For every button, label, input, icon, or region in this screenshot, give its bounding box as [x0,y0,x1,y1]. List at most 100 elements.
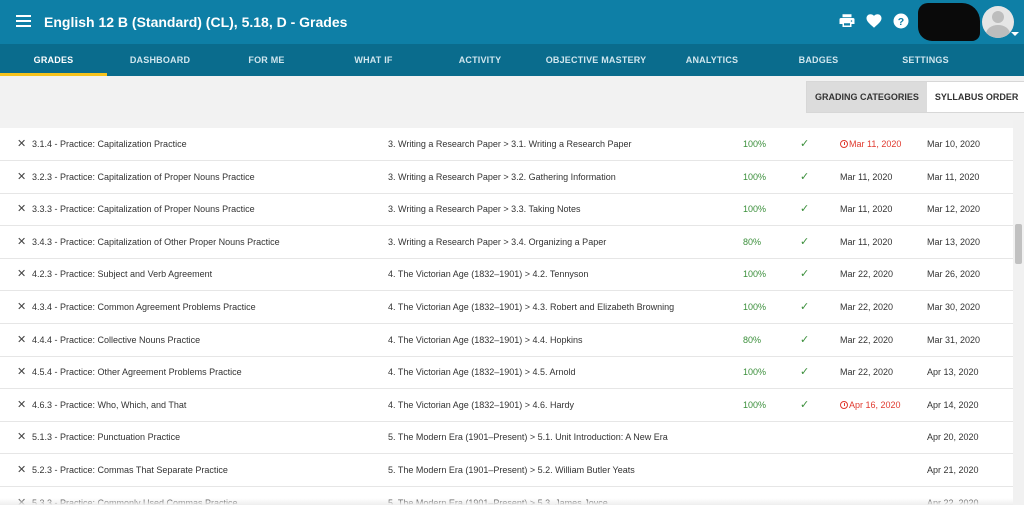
assignment-name[interactable]: 3.3.3 - Practice: Capitalization of Prop… [32,193,372,226]
due-date [840,421,920,454]
remove-icon[interactable]: ✕ [17,389,27,422]
due-date-text: Mar 11, 2020 [849,139,902,149]
submitted-date: Mar 12, 2020 [927,204,981,215]
due-date-text: Mar 22, 2020 [840,269,894,280]
score: 100% [743,171,767,182]
remove-icon[interactable]: ✕ [17,324,27,357]
remove-icon[interactable]: ✕ [17,128,27,161]
due-date-text: Mar 22, 2020 [840,334,894,345]
table-row[interactable]: ✕ 5.2.3 - Practice: Commas That Separate … [0,454,1013,487]
checkmark-icon: ✓ [800,235,810,248]
tab-objective-mastery[interactable]: OBJECTIVE MASTERY [533,44,659,76]
scrollbar-thumb[interactable] [1015,224,1022,264]
avatar[interactable] [982,6,1014,38]
submitted-date: Mar 13, 2020 [927,236,981,247]
due-date-text: Mar 11, 2020 [840,204,893,215]
checkmark-icon: ✓ [800,333,810,346]
assignment-category: 4. The Victorian Age (1832–1901) > 4.6. … [388,399,575,410]
remove-icon[interactable]: ✕ [17,421,27,454]
assignment-name[interactable]: 5.2.3 - Practice: Commas That Separate P… [32,454,372,487]
table-row[interactable]: ✕ 5.1.3 - Practice: Punctuation Practice 5… [0,421,1013,455]
syllabus-order-button[interactable]: SYLLABUS ORDER [927,82,1024,112]
checkmark-icon: ✓ [800,203,810,216]
submitted-date: Mar 10, 2020 [927,139,981,149]
assignment-name[interactable]: 5.1.3 - Practice: Punctuation Practice [32,421,372,454]
due-date-text: Mar 11, 2020 [840,236,893,247]
tab-for-me[interactable]: FOR ME [213,44,320,76]
tab-dashboard[interactable]: DASHBOARD [107,44,213,76]
print-icon[interactable] [838,12,856,30]
table-row[interactable]: ✕ 4.5.4 - Practice: Other Agreement Probl… [0,356,1013,390]
table-row[interactable]: ✕ 3.2.3 - Practice: Capitalization of Pro… [0,161,1013,194]
score: 80% [743,334,762,345]
score: 100% [743,399,767,410]
assignment-category: 4. The Victorian Age (1832–1901) > 4.3. … [388,302,675,312]
table-row[interactable]: ✕ 3.1.4 - Practice: Capitalization Practi… [0,128,1013,161]
submitted-date: Mar 11, 2020 [927,171,980,182]
remove-icon[interactable]: ✕ [17,291,27,324]
tab-what-if[interactable]: WHAT IF [320,44,427,76]
sort-toggle: GRADING CATEGORIES SYLLABUS ORDER [806,81,1024,113]
due-date: Mar 11, 2020 [840,193,920,226]
score: 100% [743,139,767,149]
assignment-name[interactable]: 4.6.3 - Practice: Who, Which, and That [32,389,372,422]
assignment-name[interactable]: 4.4.4 - Practice: Collective Nouns Pract… [32,324,372,357]
tab-grades[interactable]: GRADES [0,44,107,76]
checkmark-icon: ✓ [800,138,810,150]
remove-icon[interactable]: ✕ [17,356,27,389]
top-app-bar: English 12 B (Standard) (CL), 5.18, D - … [0,0,1024,44]
remove-icon[interactable]: ✕ [17,161,27,194]
page-title: English 12 B (Standard) (CL), 5.18, D - … [44,14,348,30]
bottom-edge [0,498,1013,505]
tab-badges[interactable]: BADGES [765,44,872,76]
table-row[interactable]: ✕ 4.6.3 - Practice: Who, Which, and That 4… [0,389,1013,422]
remove-icon[interactable]: ✕ [17,258,27,291]
submitted-date: Apr 14, 2020 [927,399,979,410]
remove-icon[interactable]: ✕ [17,454,27,487]
table-row[interactable]: ✕ 4.2.3 - Practice: Subject and Verb Agre… [0,258,1013,292]
assignment-category: 3. Writing a Research Paper > 3.2. Gathe… [388,171,616,182]
checkmark-icon [800,454,814,487]
checkmark-icon: ✓ [800,170,810,183]
due-date-text: Mar 11, 2020 [840,171,893,182]
tab-activity[interactable]: ACTIVITY [427,44,533,76]
remove-icon[interactable]: ✕ [17,193,27,226]
assignment-name[interactable]: 3.1.4 - Practice: Capitalization Practic… [32,128,372,161]
due-date: Mar 11, 2020 [840,128,920,161]
due-date [840,454,920,487]
remove-icon[interactable]: ✕ [17,226,27,259]
assignment-name[interactable]: 3.4.3 - Practice: Capitalization of Othe… [32,226,372,259]
table-row[interactable]: ✕ 3.4.3 - Practice: Capitalization of Oth… [0,226,1013,259]
score [743,454,783,487]
assignment-name[interactable]: 4.3.4 - Practice: Common Agreement Probl… [32,291,372,324]
table-row[interactable]: ✕ 4.4.4 - Practice: Collective Nouns Prac… [0,324,1013,357]
scrollbar[interactable] [1013,120,1024,505]
chevron-down-icon[interactable] [1011,32,1019,36]
table-row[interactable]: ✕ 4.3.4 - Practice: Common Agreement Prob… [0,291,1013,324]
assignment-name[interactable]: 4.5.4 - Practice: Other Agreement Proble… [32,356,372,389]
submitted-date: Apr 20, 2020 [927,432,979,443]
score: 100% [743,269,767,280]
assignment-category: 5. The Modern Era (1901–Present) > 5.1. … [388,432,668,443]
checkmark-icon [800,421,814,454]
grading-categories-button[interactable]: GRADING CATEGORIES [807,82,927,112]
assignment-category: 5. The Modern Era (1901–Present) > 5.2. … [388,465,635,475]
table-row[interactable]: ✕ 3.3.3 - Practice: Capitalization of Pro… [0,193,1013,227]
submitted-date: Apr 13, 2020 [927,367,979,378]
menu-icon[interactable] [16,15,31,27]
checkmark-icon: ✓ [800,268,810,281]
checkmark-icon: ✓ [800,366,810,379]
redacted-username [918,3,980,41]
heart-icon[interactable] [865,12,883,30]
assignment-category: 4. The Victorian Age (1832–1901) > 4.5. … [388,367,576,378]
assignment-name[interactable]: 4.2.3 - Practice: Subject and Verb Agree… [32,258,372,291]
assignment-name[interactable]: 3.2.3 - Practice: Capitalization of Prop… [32,161,372,194]
submitted-date: Mar 31, 2020 [927,334,981,345]
help-icon[interactable]: ? [892,12,910,30]
tab-analytics[interactable]: ANALYTICS [659,44,765,76]
grades-table: ✕ 3.1.4 - Practice: Capitalization Practi… [0,128,1013,505]
tab-settings[interactable]: SETTINGS [872,44,979,76]
clock-icon [840,140,848,148]
score: 80% [743,236,762,247]
due-date: Mar 22, 2020 [840,258,920,291]
